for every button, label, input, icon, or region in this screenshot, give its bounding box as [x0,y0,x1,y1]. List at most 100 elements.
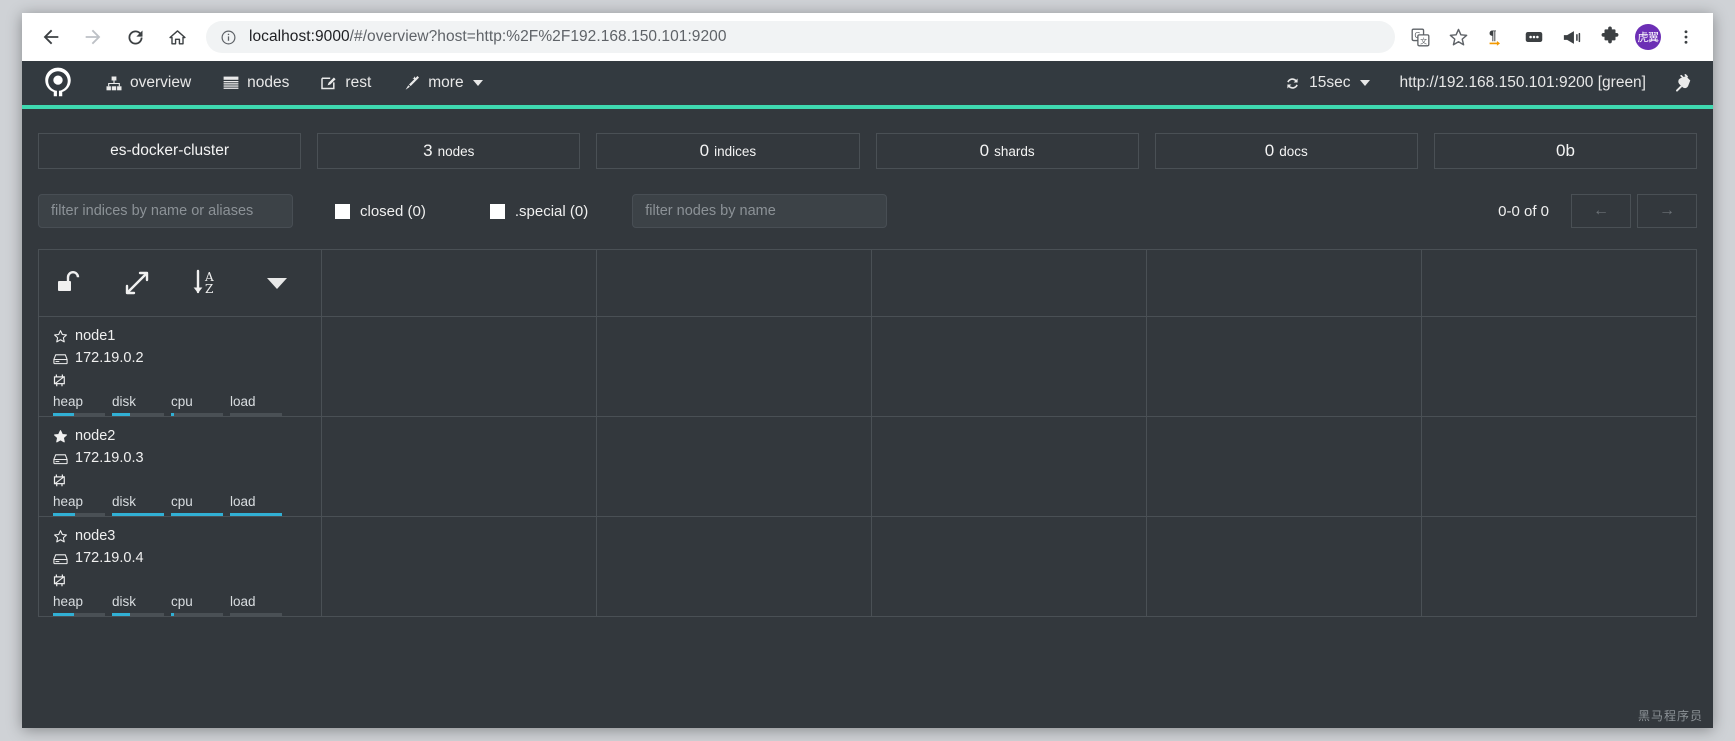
avatar[interactable]: 虎翼 [1631,20,1665,54]
metric-track [53,613,105,616]
reload-icon[interactable] [117,19,153,55]
app-navbar: overview nodes [22,61,1713,105]
nav-item-nodes[interactable]: nodes [207,61,305,105]
sort-alpha-down-icon[interactable]: A Z [191,268,259,298]
metric-fill [171,513,223,516]
forward-arrow-icon[interactable] [75,19,111,55]
chevron-down-icon [1360,80,1370,86]
password-manager-icon[interactable] [1517,20,1551,54]
table-row: node1 172.19.0.2 [39,317,1697,417]
app-content: es-docker-cluster 3 nodes 0 indices 0 sh… [22,105,1713,617]
refresh-interval-selector[interactable]: 15sec [1270,74,1383,92]
grid-data-cell [322,517,597,617]
three-dot-menu-icon[interactable] [1669,20,1703,54]
node-ip: 172.19.0.3 [75,448,144,469]
svg-text:¶: ¶ [1489,29,1497,44]
metric-label: cpu [171,494,230,510]
back-arrow-icon[interactable] [33,19,69,55]
node-name: node1 [75,326,115,347]
metric-disk[interactable]: disk [112,394,171,416]
checkbox-special-box[interactable] [490,204,505,219]
pagination: 0-0 of 0 ← → [1498,194,1697,228]
home-icon[interactable] [159,19,195,55]
filter-indices-input[interactable] [38,194,293,228]
address-bar[interactable]: localhost:9000/#/overview?host=http:%2F%… [206,21,1395,53]
metric-heap[interactable]: heap [53,594,112,616]
pagination-next-button[interactable]: → [1637,194,1697,228]
filter-row: closed (0) .special (0) 0-0 of 0 ← → [38,169,1697,228]
metric-label: disk [112,594,171,610]
nav-item-more[interactable]: more [387,61,498,105]
magic-wand-icon [403,75,420,91]
grid-data-cell [322,417,597,517]
stat-card-indices: 0 indices [596,133,859,169]
metric-load[interactable]: load [230,594,289,616]
checkbox-closed[interactable]: closed (0) [335,203,426,220]
site-info-icon[interactable] [220,29,237,46]
metric-cpu[interactable]: cpu [171,494,230,516]
watermark: 黑马程序员 [1638,707,1703,724]
nav-item-rest[interactable]: rest [305,61,387,105]
metric-disk[interactable]: disk [112,494,171,516]
nav-item-overview[interactable]: overview [90,61,207,105]
pagination-prev-button[interactable]: ← [1571,194,1631,228]
cluster-host-label[interactable]: http://192.168.150.101:9200 [green] [1384,74,1669,92]
stat-unit: docs [1279,144,1308,159]
grid-header-cell [1422,250,1697,317]
nav-item-label: more [428,74,463,92]
checkbox-special[interactable]: .special (0) [490,203,588,220]
plug-icon[interactable] [1668,73,1695,94]
metric-track [171,413,223,416]
node-ip-line: 172.19.0.2 [53,348,311,369]
megaphone-icon[interactable] [1555,20,1589,54]
grid-header-cell [1147,250,1422,317]
url-path: /#/overview?host=http:%2F%2F192.168.150.… [350,28,727,45]
metric-disk[interactable]: disk [112,594,171,616]
star-filled-icon[interactable] [53,429,73,444]
hdd-icon [53,452,73,466]
metric-label: cpu [171,594,230,610]
checkbox-closed-box[interactable] [335,204,350,219]
metric-label: disk [112,394,171,410]
metric-label: load [230,494,289,510]
pilcrow-icon[interactable]: ¶ [1479,20,1513,54]
metric-load[interactable]: load [230,494,289,516]
chevron-down-shape [267,278,287,289]
metric-heap[interactable]: heap [53,394,112,416]
chevron-down-icon[interactable] [259,278,307,289]
expand-arrows-icon[interactable] [123,269,191,297]
node-role-icon [53,373,73,388]
grid-header-tools: A Z [39,250,321,316]
metric-cpu[interactable]: cpu [171,394,230,416]
translate-icon[interactable]: G 文 [1403,20,1437,54]
grid-header-cell [597,250,872,317]
cerebro-logo-icon[interactable] [38,63,78,103]
refresh-interval-label: 15sec [1309,74,1350,92]
avatar-label: 虎翼 [1635,24,1661,50]
unlock-icon[interactable] [55,269,123,297]
metric-track [230,513,282,516]
metric-load[interactable]: load [230,394,289,416]
metric-label: disk [112,494,171,510]
metric-track [112,513,164,516]
metric-track [112,413,164,416]
bookmark-star-icon[interactable] [1441,20,1475,54]
left-arrow-icon: ← [1593,202,1609,220]
grid-data-cell [872,317,1147,417]
node-info-cell: node1 172.19.0.2 [39,317,322,417]
filter-nodes-input[interactable] [632,194,887,228]
node-role-icon [53,573,73,588]
metric-cpu[interactable]: cpu [171,594,230,616]
metric-label: load [230,594,289,610]
cerebro-app: overview nodes [22,61,1713,728]
grid-header-cell [322,250,597,317]
nav-item-label: rest [345,74,371,92]
metric-heap[interactable]: heap [53,494,112,516]
node-info-cell: node3 172.19.0.4 [39,517,322,617]
extensions-puzzle-icon[interactable] [1593,20,1627,54]
star-outline-icon[interactable] [53,529,73,544]
refresh-icon [1284,75,1301,92]
star-outline-icon[interactable] [53,329,73,344]
cluster-grid: A Z [38,249,1697,617]
stat-card-nodes: 3 nodes [317,133,580,169]
